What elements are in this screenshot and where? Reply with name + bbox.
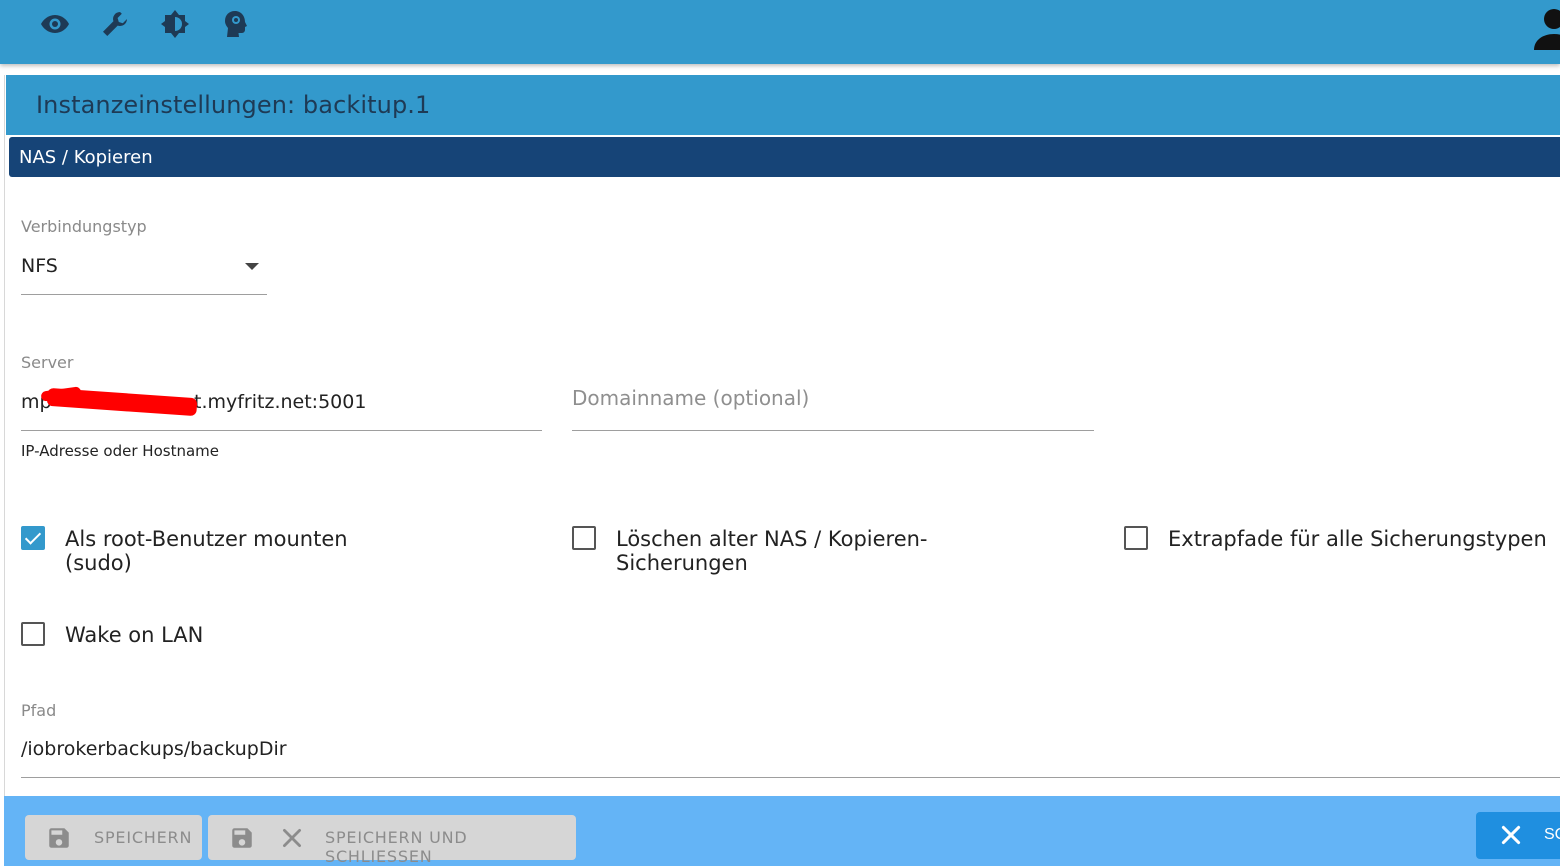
wrench-icon[interactable]: [99, 8, 131, 40]
connection-type-label: Verbindungstyp: [21, 217, 147, 236]
eye-icon[interactable]: [39, 8, 71, 40]
save-button[interactable]: SPEICHERN: [25, 815, 202, 860]
domain-input[interactable]: Domainname (optional): [572, 383, 1094, 431]
chevron-down-icon: [245, 263, 259, 270]
server-helper-text: IP-Adresse oder Hostname: [21, 442, 219, 460]
domain-underline: [572, 430, 1094, 431]
delete-old-checkbox-row[interactable]: Löschen alter NAS / Kopieren-Sicherungen: [572, 523, 1042, 575]
save-and-close-button[interactable]: SPEICHERN UND SCHLIESSEN: [208, 815, 576, 866]
sudo-checkbox-row[interactable]: Als root-Benutzer mounten (sudo): [21, 523, 411, 575]
path-input[interactable]: /iobrokerbackups/backupDir: [21, 730, 1560, 778]
save-label: SPEICHERN: [94, 828, 193, 847]
brightness-icon[interactable]: [159, 8, 191, 40]
delete-old-label: Löschen alter NAS / Kopieren-Sicherungen: [616, 527, 928, 575]
wol-checkbox[interactable]: [21, 622, 45, 646]
save-icon: [232, 828, 252, 848]
connection-type-value: NFS: [21, 255, 58, 277]
connection-type-underline: [21, 294, 267, 295]
section-header: NAS / Kopieren: [9, 137, 1560, 177]
delete-old-checkbox[interactable]: [572, 526, 596, 550]
sudo-checkbox[interactable]: [21, 526, 45, 550]
extra-paths-checkbox-row[interactable]: Extrapfade für alle Sicherungstypen: [1124, 523, 1560, 559]
dialog-header: Instanzeinstellungen: backitup.1: [6, 75, 1560, 135]
extra-paths-checkbox[interactable]: [1124, 526, 1148, 550]
close-icon: [283, 829, 301, 847]
connection-type-select[interactable]: NFS: [21, 247, 267, 295]
extra-paths-label: Extrapfade für alle Sicherungstypen: [1168, 527, 1547, 551]
sudo-label: Als root-Benutzer mounten (sudo): [65, 527, 348, 575]
domain-placeholder: Domainname (optional): [572, 386, 810, 410]
close-icon: [1501, 825, 1521, 845]
section-title: NAS / Kopieren: [19, 147, 153, 168]
save-icon: [49, 828, 69, 848]
wol-label: Wake on LAN: [65, 623, 204, 647]
save-and-close-label: SPEICHERN UND SCHLIESSEN: [325, 828, 468, 866]
path-label: Pfad: [21, 701, 57, 720]
dialog-title: Instanzeinstellungen: backitup.1: [36, 91, 431, 119]
dialog-footer: SPEICHERN SPEICHERN UND SCHLIESSEN SC: [4, 796, 1560, 866]
server-value-suffix: t.myfritz.net:5001: [194, 391, 367, 413]
path-value: /iobrokerbackups/backupDir: [21, 738, 287, 760]
expert-mode-icon[interactable]: [219, 8, 251, 40]
server-label: Server: [21, 353, 74, 372]
settings-dialog: Instanzeinstellungen: backitup.1 NAS / K…: [4, 75, 1560, 866]
user-icon[interactable]: [1534, 6, 1560, 50]
wol-checkbox-row[interactable]: Wake on LAN: [21, 619, 221, 655]
server-input[interactable]: mp t.myfritz.net:5001: [21, 383, 542, 431]
path-underline: [21, 777, 1560, 778]
close-label: SC: [1544, 826, 1560, 843]
server-underline: [21, 430, 542, 431]
top-toolbar: [0, 0, 1560, 64]
close-button[interactable]: SC: [1476, 812, 1560, 859]
